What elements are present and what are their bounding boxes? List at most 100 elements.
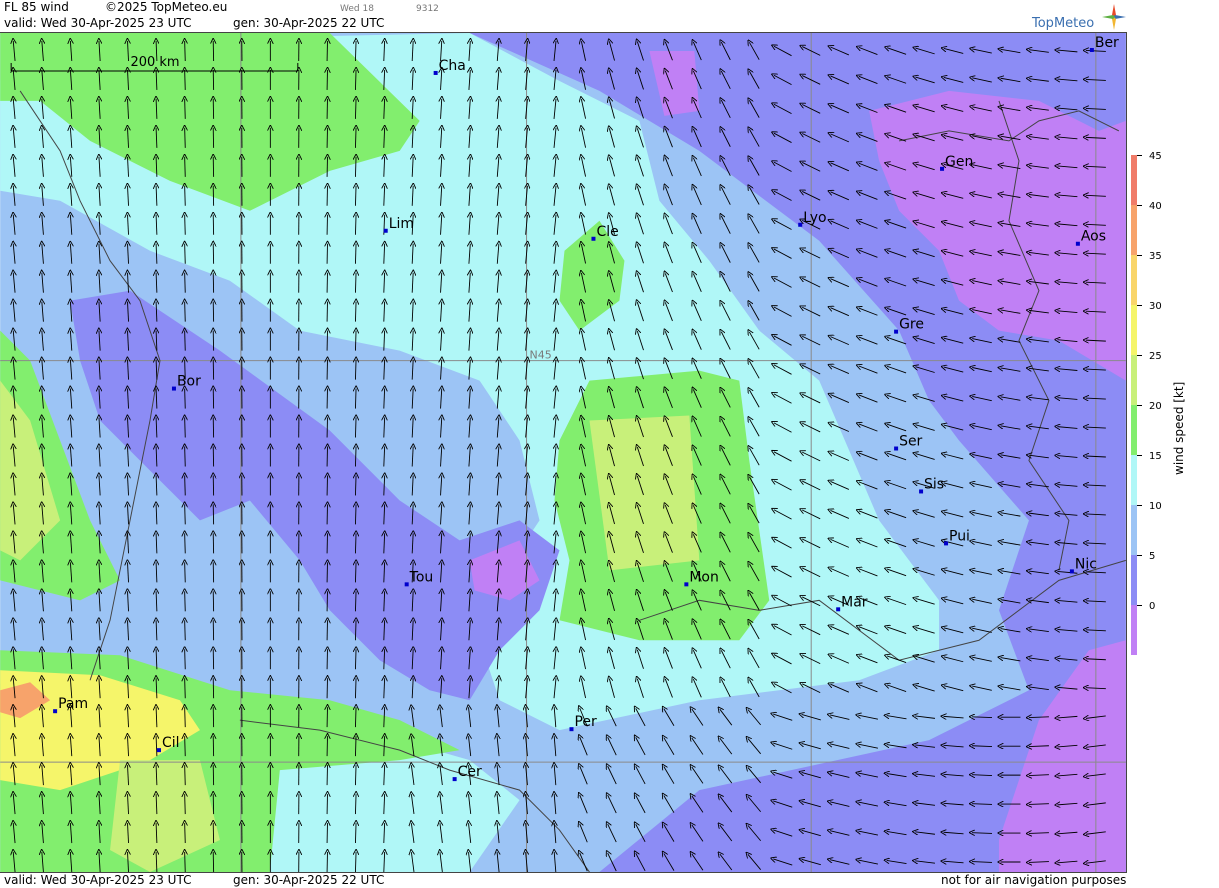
wind-arrow xyxy=(355,70,356,90)
city-dot-gre xyxy=(894,330,898,334)
legend-tick-label: 30 xyxy=(1149,301,1162,312)
wind-arrow xyxy=(355,620,356,640)
city-label-lyo: Lyo xyxy=(803,210,826,226)
legend-tick-label: 10 xyxy=(1149,501,1162,512)
wind-arrow xyxy=(185,562,186,582)
city-label-mar: Mar xyxy=(841,594,868,610)
legend-tick-label: 5 xyxy=(1149,551,1155,562)
city-dot-per xyxy=(569,727,573,731)
wind-arrow xyxy=(185,418,186,438)
wind-arrow xyxy=(185,447,186,467)
city-dot-gen xyxy=(940,167,944,171)
city-label-tou: Tou xyxy=(409,569,434,585)
legend-tick-label: 45 xyxy=(1149,151,1162,162)
wind-arrow xyxy=(185,41,186,61)
wind-arrow xyxy=(185,244,186,264)
wind-arrow xyxy=(355,360,356,380)
wind-arrow xyxy=(185,70,186,90)
legend-swatch xyxy=(1131,555,1137,605)
wind-arrow xyxy=(355,99,356,119)
city-label-cer: Cer xyxy=(458,764,482,780)
city-dot-lyo xyxy=(798,223,802,227)
city-label-gre: Gre xyxy=(899,317,924,333)
city-dot-sis xyxy=(919,489,923,493)
wind-arrow xyxy=(355,186,356,206)
legend-tick-label: 20 xyxy=(1149,401,1162,412)
legend-swatch xyxy=(1131,455,1137,505)
legend-tick-label: 25 xyxy=(1149,351,1162,362)
city-label-cle: Cle xyxy=(596,224,618,240)
footer: valid: Wed 30-Apr-2025 23 UTC gen: 30-Ap… xyxy=(0,872,1127,888)
wind-arrow xyxy=(185,475,186,495)
legend-title: wind speed [kt] xyxy=(1172,382,1186,475)
city-label-sis: Sis xyxy=(924,476,944,492)
city-label-pui: Pui xyxy=(949,528,970,544)
logo-text: TopMeteo xyxy=(1032,16,1094,31)
city-label-nic: Nic xyxy=(1075,556,1097,572)
wind-arrow xyxy=(355,41,356,61)
city-label-lim: Lim xyxy=(389,216,414,232)
legend-swatch xyxy=(1131,605,1137,655)
wind-arrow xyxy=(355,244,356,264)
legend-tick-label: 40 xyxy=(1149,201,1162,212)
city-dot-pam xyxy=(53,709,57,713)
city-label-aos: Aos xyxy=(1081,229,1106,245)
wind-arrow xyxy=(355,128,356,148)
legend-colorbar xyxy=(1131,155,1151,655)
wind-arrow xyxy=(185,736,186,756)
wind-arrow xyxy=(355,273,356,293)
city-dot-cil xyxy=(157,748,161,752)
copyright: ©2025 TopMeteo.eu xyxy=(105,0,227,14)
wind-arrow xyxy=(355,447,356,467)
wind-arrow xyxy=(355,823,356,843)
city-dot-ber xyxy=(1090,48,1094,52)
wind-arrow xyxy=(185,389,186,409)
city-dot-tou xyxy=(405,582,409,586)
wind-arrow xyxy=(355,418,356,438)
city-dot-aos xyxy=(1076,242,1080,246)
city-label-gen: Gen xyxy=(945,154,973,170)
latitude-label: N45 xyxy=(530,349,552,362)
legend-swatch xyxy=(1131,155,1137,205)
city-dot-nic xyxy=(1070,569,1074,573)
wind-arrow xyxy=(355,533,356,553)
city-label-bor: Bor xyxy=(177,374,201,390)
legend-swatch xyxy=(1131,505,1137,555)
wind-arrow xyxy=(185,707,186,727)
wind-arrow xyxy=(185,533,186,553)
wind-arrow xyxy=(355,331,356,351)
header: FL 85 wind ©2025 TopMeteo.eu Wed 18 9312… xyxy=(0,0,1127,32)
wind-arrow xyxy=(355,649,356,669)
wind-arrow xyxy=(185,215,186,235)
wind-arrow xyxy=(355,562,356,582)
topmeteo-logo: TopMeteo xyxy=(1032,2,1127,32)
city-dot-bor xyxy=(172,387,176,391)
legend: 454035302520151050 wind speed [kt] xyxy=(1127,0,1219,887)
wind-arrow xyxy=(355,678,356,698)
footer-gen: gen: 30-Apr-2025 22 UTC xyxy=(233,873,384,887)
day-code: Wed 18 xyxy=(340,4,374,14)
city-label-ser: Ser xyxy=(899,434,922,450)
city-label-ber: Ber xyxy=(1095,35,1119,51)
city-dot-cle xyxy=(591,237,595,241)
wind-arrow xyxy=(355,302,356,322)
city-dot-ser xyxy=(894,447,898,451)
city-dot-cer xyxy=(453,777,457,781)
wind-arrow xyxy=(355,157,356,177)
legend-tick-label: 15 xyxy=(1149,451,1162,462)
wind-arrow xyxy=(185,852,186,872)
city-label-cha: Cha xyxy=(439,58,466,74)
wind-arrow xyxy=(185,765,186,785)
city-label-pam: Pam xyxy=(58,696,88,712)
footer-disclaimer: not for air navigation purposes xyxy=(941,873,1126,887)
legend-tick-label: 0 xyxy=(1149,601,1155,612)
wind-arrow xyxy=(185,331,186,351)
scale-label: 200 km xyxy=(130,55,179,70)
city-dot-pui xyxy=(944,541,948,545)
wind-arrow xyxy=(185,504,186,524)
city-dot-lim xyxy=(384,229,388,233)
wind-map[interactable]: 200 km N45 Cha Ber Gen Lim Cle Lyo Aos Gre Bor Se… xyxy=(0,32,1127,872)
city-dot-mon xyxy=(684,582,688,586)
wind-arrow xyxy=(185,649,186,669)
wind-arrow xyxy=(185,620,186,640)
